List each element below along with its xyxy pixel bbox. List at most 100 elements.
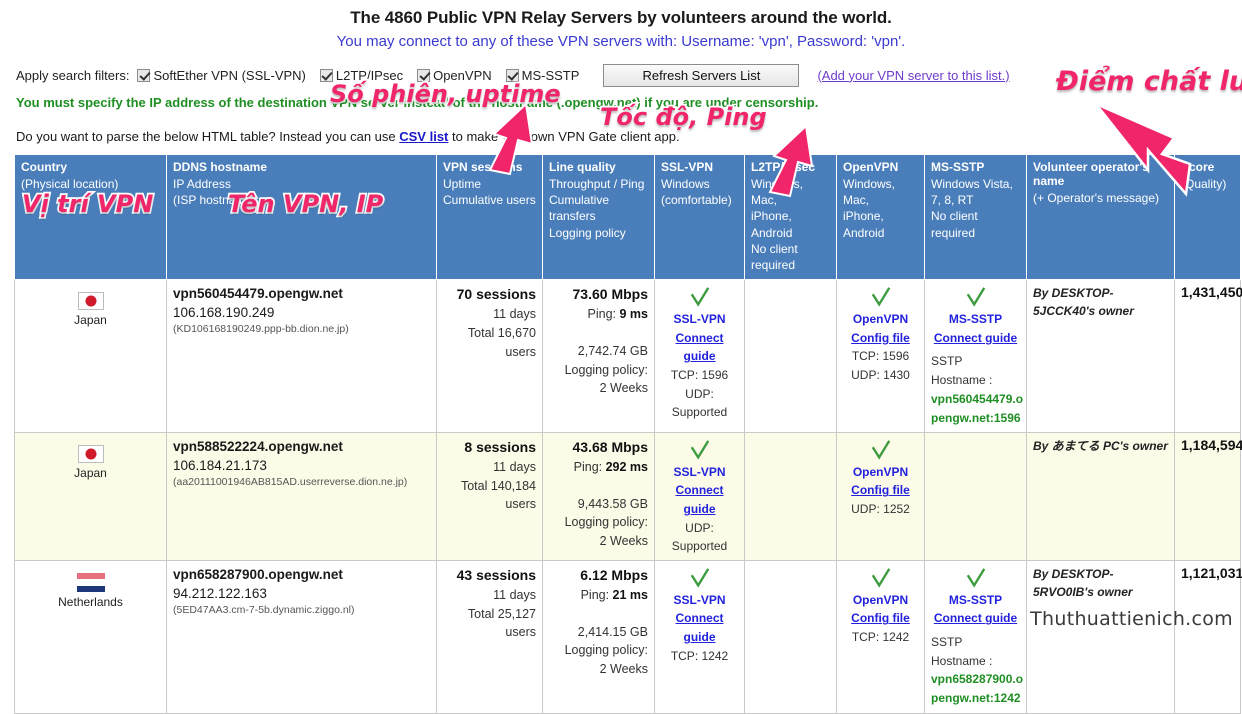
- filter-openvpn[interactable]: OpenVPN: [417, 68, 492, 83]
- server-ip: 94.212.122.163: [173, 584, 430, 603]
- table-row[interactable]: Japan vpn588522224.opengw.net 106.184.21…: [15, 432, 1241, 560]
- cumulative-users: Total 25,127 users: [443, 605, 536, 643]
- ping: Ping: 9 ms: [549, 305, 648, 324]
- uptime: 11 days: [443, 305, 536, 324]
- cell-sessions: 70 sessions 11 days Total 16,670 users: [437, 280, 543, 433]
- ms-sstp-connect-guide-link[interactable]: Connect guide: [931, 329, 1020, 348]
- cell-l2tp-ipsec: [745, 432, 837, 560]
- ssl-vpn-connect-guide-link[interactable]: Connect guide: [661, 609, 738, 646]
- openvpn-config-file-link[interactable]: Config file: [843, 609, 918, 628]
- openvpn-config-file-link[interactable]: Config file: [843, 329, 918, 348]
- filter-label: L2TP/IPsec: [336, 68, 403, 83]
- filter-label: OpenVPN: [433, 68, 492, 83]
- ms-sstp-connect-guide-link[interactable]: Connect guide: [931, 609, 1020, 628]
- cell-operator: By DESKTOP-5RVO0IB's owner: [1027, 560, 1175, 713]
- cell-hostname: vpn658287900.opengw.net 94.212.122.163 (…: [167, 560, 437, 713]
- cell-hostname: vpn588522224.opengw.net 106.184.21.173 (…: [167, 432, 437, 560]
- column-header-ms-sstp[interactable]: MS-SSTP Windows Vista, 7, 8, RT No clien…: [925, 155, 1027, 280]
- cell-line-quality: 6.12 Mbps Ping: 21 ms 2,414.15 GB Loggin…: [543, 560, 655, 713]
- csv-list-link[interactable]: CSV list: [399, 129, 448, 144]
- cumulative-transfer: 9,443.58 GB: [549, 495, 648, 514]
- logging-policy-value: 2 Weeks: [549, 532, 648, 551]
- cell-operator: By あまてる PC's owner: [1027, 432, 1175, 560]
- filter-l2tp-ipsec[interactable]: L2TP/IPsec: [320, 68, 403, 83]
- checkbox-icon[interactable]: [506, 69, 519, 82]
- cell-openvpn[interactable]: OpenVPN Config file TCP: 1242: [837, 560, 925, 713]
- server-isp-hostname: (5ED47AA3.cm-7-5b.dynamic.ziggo.nl): [173, 603, 430, 618]
- cell-ms-sstp[interactable]: MS-SSTP Connect guide SSTP Hostname : vp…: [925, 280, 1027, 433]
- cumulative-transfer: 2,742.74 GB: [549, 342, 648, 361]
- filter-ms-sstp[interactable]: MS-SSTP: [506, 68, 580, 83]
- ping: Ping: 21 ms: [549, 586, 648, 605]
- sstp-hostname: vpn560454479.o: [931, 390, 1020, 409]
- checkmark-icon: [689, 567, 711, 589]
- filter-softether-vpn[interactable]: SoftEther VPN (SSL-VPN): [137, 68, 305, 83]
- openvpn-config-file-link[interactable]: Config file: [843, 481, 918, 500]
- cumulative-transfer: 2,414.15 GB: [549, 623, 648, 642]
- table-body: Japan vpn560454479.opengw.net 106.168.19…: [15, 280, 1241, 713]
- column-header-ssl-vpn[interactable]: SSL-VPN Windows (comfortable): [655, 155, 745, 280]
- table-row[interactable]: Netherlands vpn658287900.opengw.net 94.2…: [15, 560, 1241, 713]
- page-header: The 4860 Public VPN Relay Servers by vol…: [0, 0, 1242, 50]
- cumulative-users: Total 16,670 users: [443, 324, 536, 362]
- server-hostname: vpn560454479.opengw.net: [173, 284, 430, 303]
- column-header-vpn-sessions[interactable]: VPN sessions Uptime Cumulative users: [437, 155, 543, 280]
- table-row[interactable]: Japan vpn560454479.opengw.net 106.168.19…: [15, 280, 1241, 433]
- column-header-score[interactable]: Score (Quality): [1175, 155, 1241, 280]
- column-header-volunteer-operator[interactable]: Volunteer operator's name (+ Operator's …: [1027, 155, 1175, 280]
- add-vpn-server-link[interactable]: (Add your VPN server to this list.): [817, 68, 1009, 83]
- cell-openvpn[interactable]: OpenVPN Config file UDP: 1252: [837, 432, 925, 560]
- throughput: 43.68 Mbps: [549, 437, 648, 458]
- column-header-line-quality[interactable]: Line quality Throughput / Ping Cumulativ…: [543, 155, 655, 280]
- server-hostname: vpn588522224.opengw.net: [173, 437, 430, 456]
- filter-label: SoftEther VPN (SSL-VPN): [153, 68, 305, 83]
- cell-ssl-vpn[interactable]: SSL-VPN Connect guide TCP: 1596 UDP: Sup…: [655, 280, 745, 433]
- session-count: 8 sessions: [443, 437, 536, 458]
- checkmark-icon: [965, 286, 987, 308]
- ssl-vpn-connect-guide-link[interactable]: Connect guide: [661, 481, 738, 518]
- filters-label: Apply search filters:: [16, 68, 129, 83]
- cell-ssl-vpn[interactable]: SSL-VPN Connect guide TCP: 1242: [655, 560, 745, 713]
- checkmark-icon: [870, 439, 892, 461]
- server-hostname: vpn658287900.opengw.net: [173, 565, 430, 584]
- cell-hostname: vpn560454479.opengw.net 106.168.190.249 …: [167, 280, 437, 433]
- throughput: 73.60 Mbps: [549, 284, 648, 305]
- logging-policy-value: 2 Weeks: [549, 379, 648, 398]
- cell-openvpn[interactable]: OpenVPN Config file TCP: 1596 UDP: 1430: [837, 280, 925, 433]
- cell-ssl-vpn[interactable]: SSL-VPN Connect guide UDP: Supported: [655, 432, 745, 560]
- checkmark-icon: [965, 567, 987, 589]
- column-header-openvpn[interactable]: OpenVPN Windows, Mac, iPhone, Android: [837, 155, 925, 280]
- search-filters-bar: Apply search filters: SoftEther VPN (SSL…: [16, 64, 1242, 86]
- ping: Ping: 292 ms: [549, 458, 648, 477]
- ssl-vpn-connect-guide-link[interactable]: Connect guide: [661, 329, 738, 366]
- uptime: 11 days: [443, 458, 536, 477]
- censorship-notice: You must specify the IP address of the d…: [16, 95, 1242, 110]
- cell-country: Netherlands: [15, 560, 167, 713]
- refresh-servers-list-button[interactable]: Refresh Servers List: [603, 64, 799, 87]
- cell-sessions: 8 sessions 11 days Total 140,184 users: [437, 432, 543, 560]
- server-isp-hostname: (KD106168190249.ppp-bb.dion.ne.jp): [173, 322, 430, 337]
- cell-score: 1,184,594: [1175, 432, 1241, 560]
- page-title: The 4860 Public VPN Relay Servers by vol…: [0, 8, 1242, 28]
- jp-flag-icon: [78, 445, 104, 463]
- cell-ms-sstp: [925, 432, 1027, 560]
- session-count: 70 sessions: [443, 284, 536, 305]
- checkbox-icon[interactable]: [137, 69, 150, 82]
- logging-policy-label: Logging policy:: [549, 641, 648, 660]
- logging-policy-label: Logging policy:: [549, 513, 648, 532]
- column-header-ddns-hostname[interactable]: DDNS hostname IP Address (ISP hostname): [167, 155, 437, 280]
- csv-hint-after: to make your own VPN Gate client app.: [448, 129, 679, 144]
- cell-ms-sstp[interactable]: MS-SSTP Connect guide SSTP Hostname : vp…: [925, 560, 1027, 713]
- table-header-row: Country (Physical location) DDNS hostnam…: [15, 155, 1241, 280]
- column-header-country[interactable]: Country (Physical location): [15, 155, 167, 280]
- uptime: 11 days: [443, 586, 536, 605]
- logging-policy-value: 2 Weeks: [549, 660, 648, 679]
- checkbox-icon[interactable]: [417, 69, 430, 82]
- cell-operator: By DESKTOP-5JCCK40's owner: [1027, 280, 1175, 433]
- checkbox-icon[interactable]: [320, 69, 333, 82]
- cell-score: 1,431,450: [1175, 280, 1241, 433]
- checkmark-icon: [689, 439, 711, 461]
- column-header-l2tp-ipsec[interactable]: L2TP/IPsec Windows, Mac, iPhone, Android…: [745, 155, 837, 280]
- cell-line-quality: 43.68 Mbps Ping: 292 ms 9,443.58 GB Logg…: [543, 432, 655, 560]
- throughput: 6.12 Mbps: [549, 565, 648, 586]
